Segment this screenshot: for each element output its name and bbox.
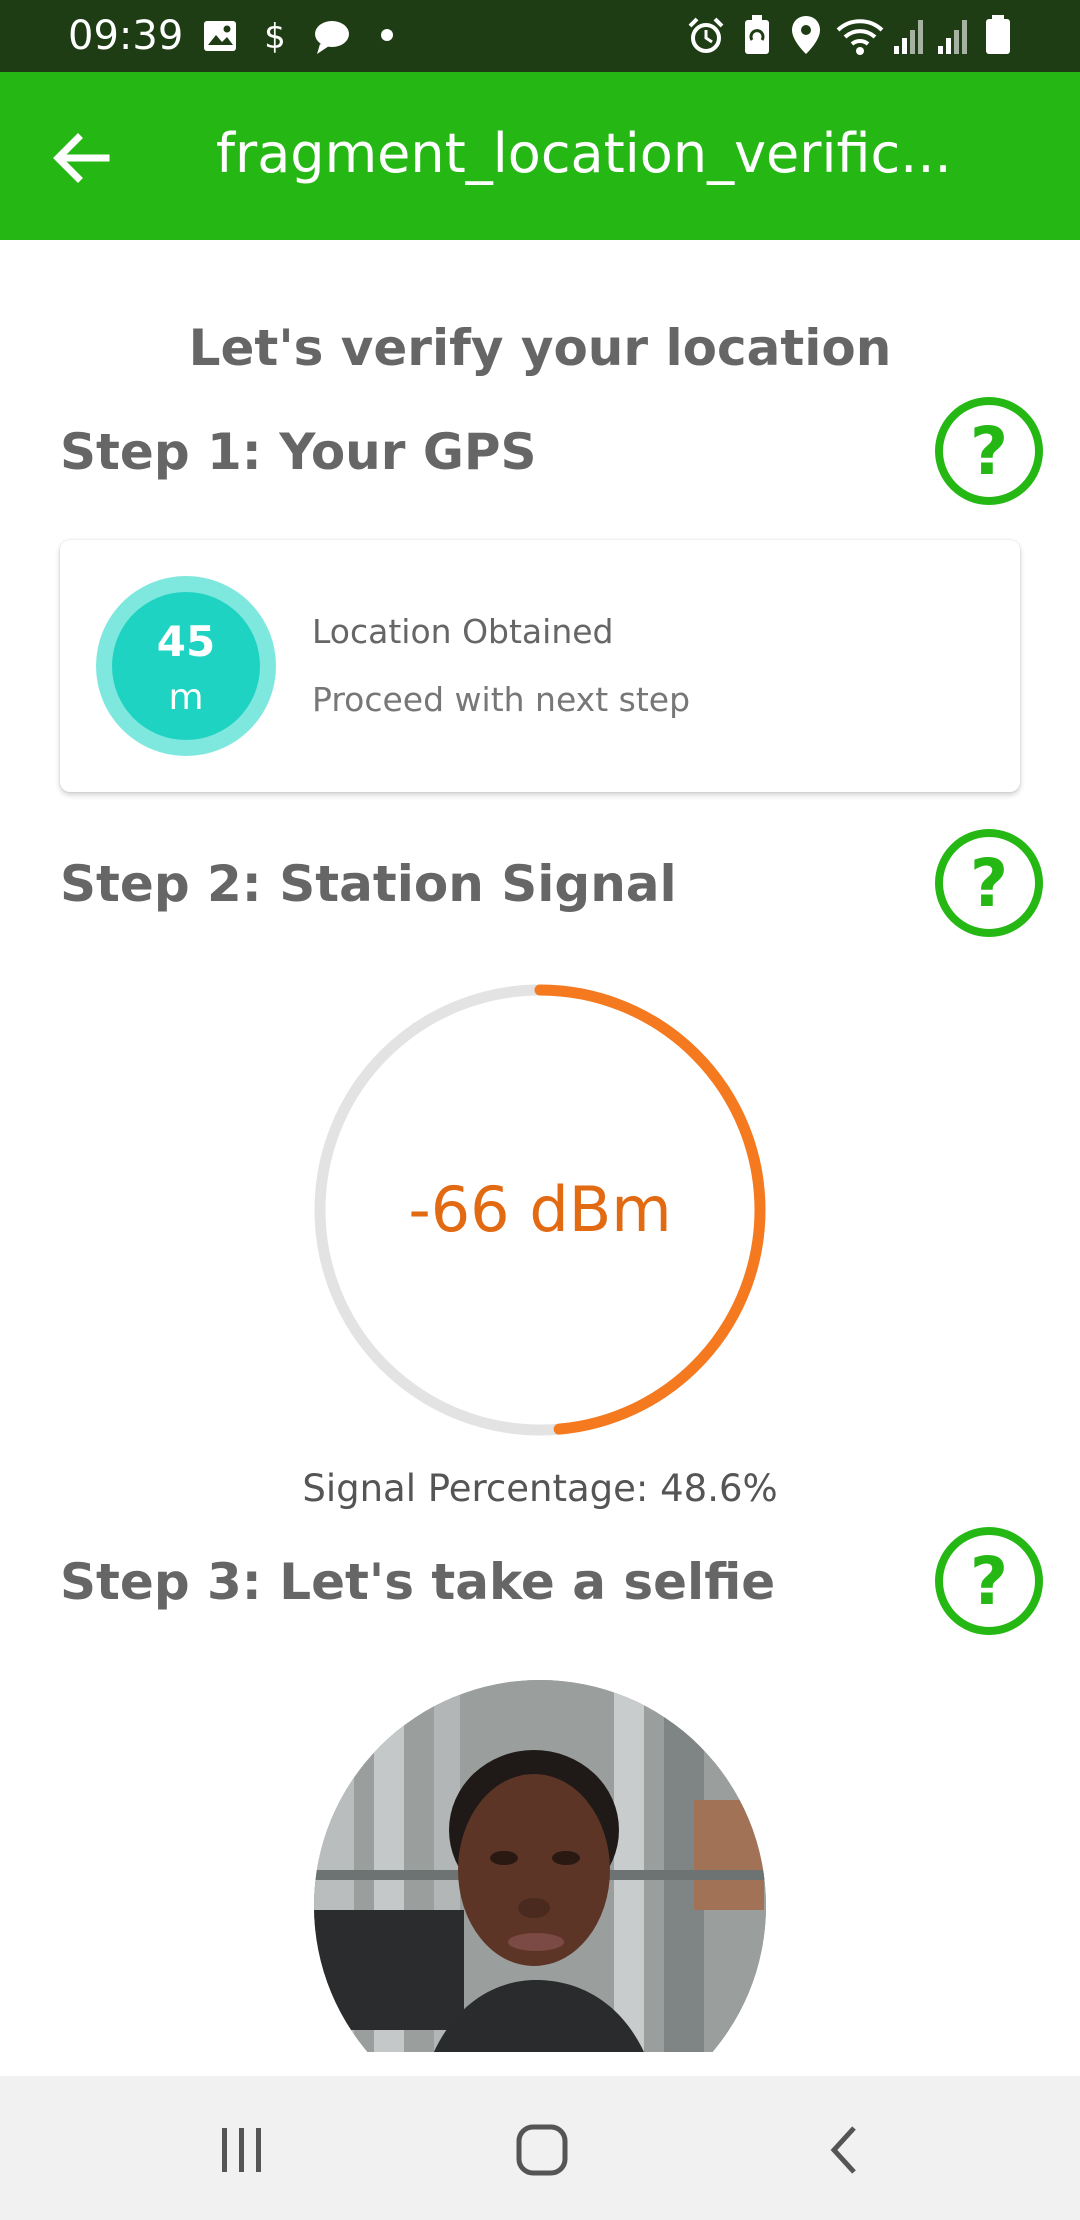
- signal-percentage: Signal Percentage: 48.6%: [302, 1467, 778, 1510]
- chat-icon: [315, 21, 349, 54]
- gps-accuracy-unit: m: [168, 677, 204, 718]
- status-time: 09:39: [68, 13, 184, 59]
- help-circle-icon[interactable]: ?: [934, 396, 1044, 506]
- gps-accuracy-value: 45: [156, 617, 216, 666]
- svg-text:$: $: [264, 17, 286, 56]
- alarm-icon: [688, 17, 724, 53]
- step3-title: Step 3: Let's take a selfie: [60, 1553, 776, 1611]
- home-icon[interactable]: [510, 2118, 574, 2182]
- help-circle-icon[interactable]: ?: [934, 828, 1044, 938]
- selfie-container: [314, 1680, 766, 2052]
- battery-saver-icon: [745, 15, 769, 54]
- svg-text:?: ?: [970, 845, 1008, 922]
- signal-icon: [894, 20, 923, 54]
- gps-hint-text: Proceed with next step: [312, 680, 691, 719]
- signal-value: -66 dBm: [408, 1173, 672, 1246]
- gps-card: 45 m Location Obtained Proceed with next…: [60, 540, 1020, 792]
- dot-icon: [381, 29, 393, 41]
- selfie-photo[interactable]: [314, 1680, 766, 2052]
- signal-icon: [938, 20, 967, 54]
- svg-text:?: ?: [970, 413, 1008, 490]
- app-title: fragment_location_verific...: [216, 122, 952, 185]
- back-icon[interactable]: [814, 2118, 878, 2182]
- status-bar: 09:39 $: [0, 0, 1080, 72]
- gps-accuracy-inner: 45 m: [112, 592, 260, 740]
- help-circle-icon[interactable]: ?: [934, 1526, 1044, 1636]
- dollar-icon: $: [264, 17, 286, 56]
- battery-icon: [986, 15, 1010, 54]
- svg-text:?: ?: [970, 1543, 1008, 1620]
- page-heading: Let's verify your location: [188, 319, 892, 377]
- system-nav-bar: [0, 2076, 1080, 2220]
- step1-title: Step 1: Your GPS: [60, 423, 537, 481]
- gps-accuracy-badge: 45 m: [96, 576, 276, 756]
- gps-status-text: Location Obtained: [312, 612, 614, 651]
- app-bar: fragment_location_verific...: [0, 72, 1080, 240]
- back-arrow-icon[interactable]: [40, 116, 124, 200]
- step2-title: Step 2: Station Signal: [60, 855, 677, 913]
- image-icon: [204, 21, 236, 51]
- location-pin-icon: [792, 16, 820, 54]
- wifi-icon: [836, 19, 884, 55]
- recent-apps-icon[interactable]: [210, 2118, 274, 2182]
